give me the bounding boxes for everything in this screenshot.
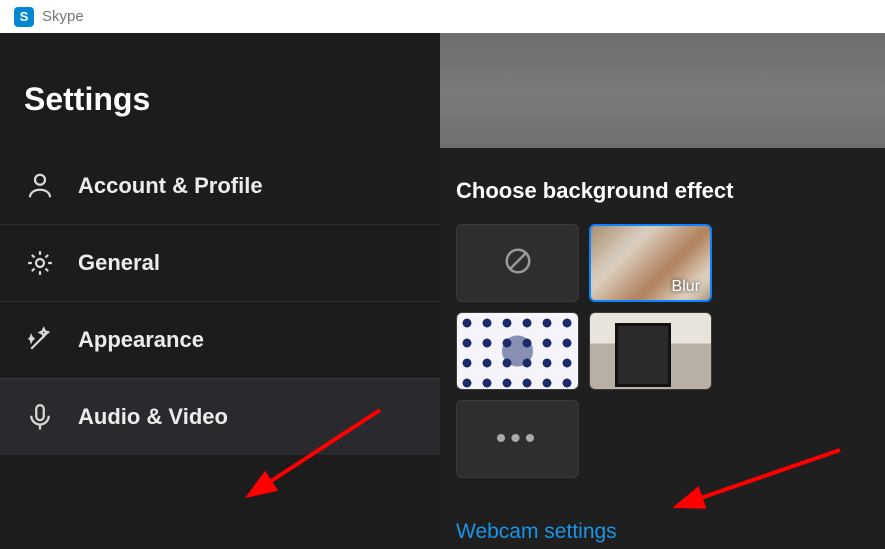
sidebar-item-appearance[interactable]: Appearance	[0, 301, 440, 378]
effect-more[interactable]: •••	[456, 400, 579, 478]
logo-letter: S	[20, 9, 29, 24]
none-icon	[503, 246, 533, 281]
app-title: Skype	[42, 8, 84, 25]
background-effects-grid: Blur •••	[440, 224, 860, 478]
effect-preset-1[interactable]	[456, 312, 579, 390]
sidebar-item-label: General	[78, 250, 160, 276]
sidebar-item-label: Audio & Video	[78, 404, 228, 430]
sidebar-item-account-profile[interactable]: Account & Profile	[0, 148, 440, 224]
sidebar-item-general[interactable]: General	[0, 224, 440, 301]
settings-content: Choose background effect Blur ••• Webcam…	[440, 33, 885, 549]
wand-icon	[24, 324, 56, 356]
sidebar-item-label: Account & Profile	[78, 173, 263, 199]
room-thumbnail	[590, 313, 711, 389]
pattern-thumbnail	[457, 313, 578, 389]
sidebar-item-label: Appearance	[78, 327, 204, 353]
effect-label: Blur	[672, 278, 700, 296]
effect-blur[interactable]: Blur	[589, 224, 712, 302]
effect-none[interactable]	[456, 224, 579, 302]
background-effect-heading: Choose background effect	[440, 148, 885, 224]
effect-preset-2[interactable]	[589, 312, 712, 390]
window-titlebar: S Skype	[0, 0, 885, 33]
settings-sidebar: Settings Account & Profile General Appea…	[0, 33, 440, 549]
sidebar-item-audio-video[interactable]: Audio & Video	[0, 378, 440, 455]
account-icon	[24, 170, 56, 202]
webcam-settings-link[interactable]: Webcam settings	[440, 478, 885, 544]
settings-heading: Settings	[0, 33, 440, 148]
skype-logo-icon: S	[14, 7, 34, 27]
video-preview	[440, 33, 885, 148]
microphone-icon	[24, 401, 56, 433]
gear-icon	[24, 247, 56, 279]
